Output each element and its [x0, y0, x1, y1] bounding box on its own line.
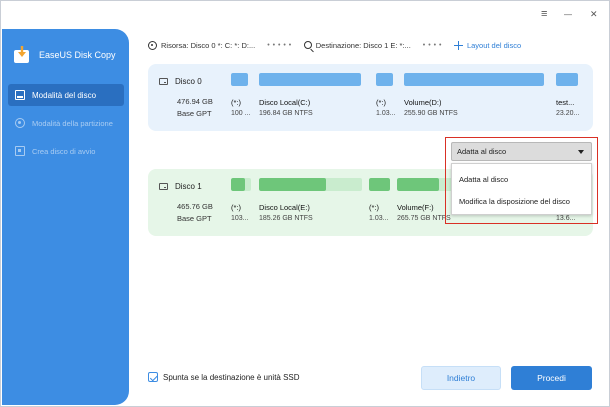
disk-size: 476.94 GB: [177, 97, 213, 106]
sidebar-item-partition-mode[interactable]: Modalità della partizione: [8, 112, 124, 134]
partition[interactable]: (*:) 100 ...: [231, 73, 250, 117]
path-separator: • • • •: [422, 41, 442, 49]
copy-mode-select[interactable]: Adatta al disco: [451, 142, 592, 161]
boot-disk-icon: [15, 146, 25, 156]
disk-type: Base GPT: [177, 214, 212, 223]
partition-info: 103...: [231, 215, 249, 222]
hard-disk-icon: [159, 183, 168, 190]
minimize-icon[interactable]: —: [564, 9, 572, 20]
disk-type: Base GPT: [177, 109, 212, 118]
close-icon[interactable]: ✕: [590, 9, 598, 20]
partition[interactable]: Disco Local(C:) 196.84 GB NTFS: [259, 73, 361, 117]
ssd-option[interactable]: Spunta se la destinazione è unità SSD: [148, 372, 300, 382]
disk-name: Disco 1: [175, 182, 202, 191]
easeus-logo-icon: [13, 46, 30, 63]
partition[interactable]: Disco Local(E:) 185.26 GB NTFS: [259, 178, 362, 222]
ssd-checkbox[interactable]: [148, 372, 158, 382]
hard-disk-icon: [159, 78, 168, 85]
partition-name: Disco Local(C:): [259, 98, 311, 107]
disk-icon: [15, 90, 25, 100]
sidebar-item-label: Crea disco di avvio: [32, 146, 96, 156]
back-button[interactable]: Indietro: [421, 366, 501, 390]
destination-label: Destinazione: Disco 1 E: *:...: [315, 40, 411, 50]
proceed-button[interactable]: Procedi: [511, 366, 592, 390]
partition-name: (*:): [231, 98, 241, 107]
disk-header: Disco 0: [159, 77, 202, 86]
layout-icon: [453, 40, 463, 50]
partition-info: 185.26 GB NTFS: [259, 215, 313, 222]
partition-info: 196.84 GB NTFS: [259, 110, 313, 117]
partition[interactable]: (*:) 1.03...: [369, 178, 390, 222]
destination-icon: [303, 41, 312, 49]
partition-icon: [15, 118, 25, 128]
copy-mode-menu: Adatta al disco Modifica la disposizione…: [451, 163, 592, 215]
disk-size: 465.76 GB: [177, 202, 213, 211]
brand: EaseUS Disk Copy: [13, 46, 116, 63]
app-name: EaseUS Disk Copy: [39, 49, 116, 60]
partition-info: 255.90 GB NTFS: [404, 110, 458, 117]
path-bar: Risorsa: Disco 0 *: C: *: D:... • • • • …: [148, 38, 521, 52]
sidebar: EaseUS Disk Copy Modalità del disco Moda…: [2, 29, 129, 405]
option-fit-to-disk[interactable]: Adatta al disco: [459, 175, 508, 184]
sidebar-item-label: Modalità della partizione: [32, 118, 113, 128]
menu-icon[interactable]: ≡: [541, 9, 547, 20]
sidebar-nav: Modalità del disco Modalità della partiz…: [8, 84, 124, 168]
ssd-label: Spunta se la destinazione è unità SSD: [163, 372, 300, 382]
disk-panel-source[interactable]: Disco 0 476.94 GB Base GPT (*:) 100 ... …: [148, 64, 593, 131]
partition-info: 23.20...: [556, 110, 580, 117]
partition[interactable]: Volume(D:) 255.90 GB NTFS: [404, 73, 544, 117]
sidebar-item-disk-mode[interactable]: Modalità del disco: [8, 84, 124, 106]
sidebar-item-boot-disk[interactable]: Crea disco di avvio: [8, 140, 124, 162]
source-icon: [148, 40, 157, 50]
partition-info: 1.03...: [376, 110, 396, 117]
disk-name: Disco 0: [175, 77, 202, 86]
partition-name: (*:): [376, 98, 386, 107]
disk-layout-label: Layout del disco: [466, 40, 522, 50]
path-separator: • • • • •: [267, 41, 292, 49]
disk-layout-link[interactable]: Layout del disco: [453, 40, 522, 50]
partition[interactable]: (*:) 1.03...: [376, 73, 395, 117]
disk-header: Disco 1: [159, 182, 202, 191]
source-label: Risorsa: Disco 0 *: C: *: D:...: [161, 40, 256, 50]
partition-info: 265.75 GB NTFS: [397, 215, 451, 222]
partition[interactable]: (*:) 103...: [231, 178, 251, 222]
option-edit-disk-layout[interactable]: Modifica la disposizione del disco: [459, 197, 570, 206]
partition-info: 1.03...: [369, 215, 389, 222]
partition-name: Volume(F:): [397, 203, 434, 212]
copy-mode-selected: Adatta al disco: [457, 147, 507, 156]
partition-name: Volume(D:): [404, 98, 442, 107]
partition[interactable]: test... 23.20...: [556, 73, 579, 117]
partition-name: test...: [556, 98, 575, 107]
partition-name: (*:): [369, 203, 379, 212]
partition-name: (*:): [231, 203, 241, 212]
caret-down-icon: [578, 150, 584, 154]
partition-name: Disco Local(E:): [259, 203, 310, 212]
partition-info: 100 ...: [231, 110, 251, 117]
sidebar-item-label: Modalità del disco: [32, 90, 97, 100]
